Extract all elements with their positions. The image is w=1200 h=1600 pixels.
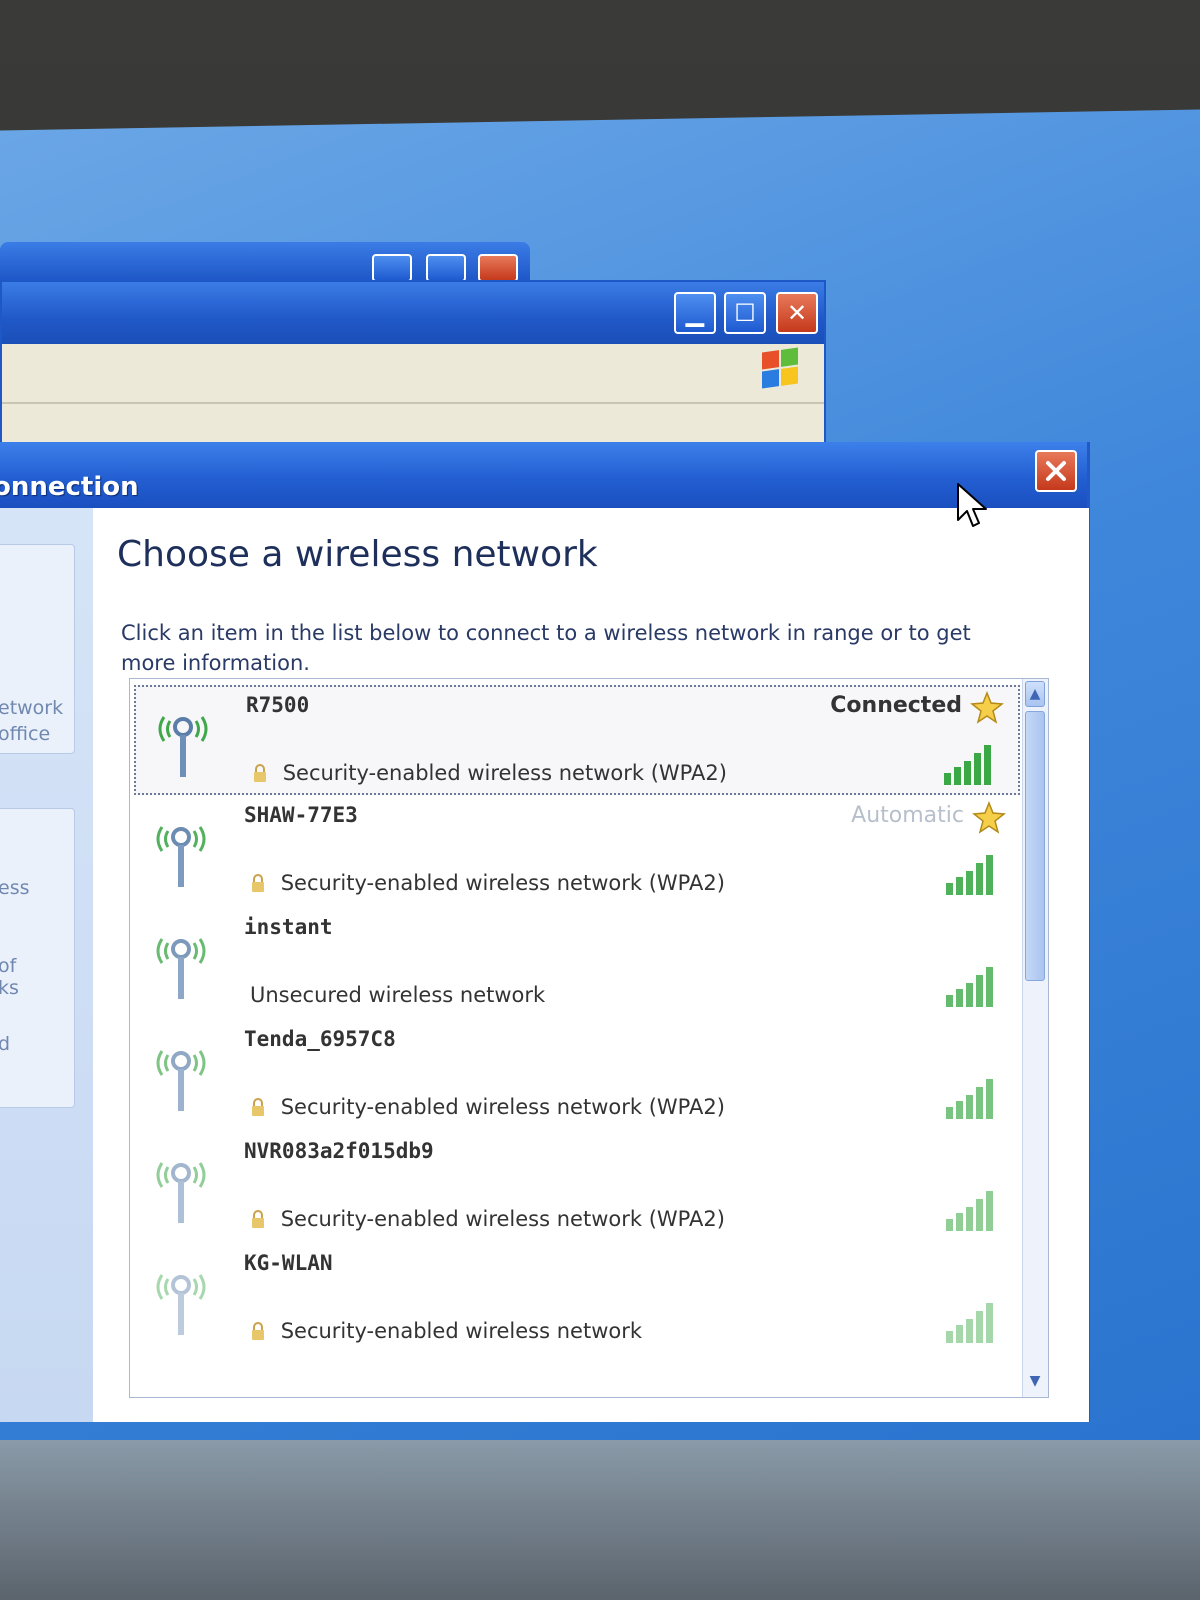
network-status: Connected <box>830 693 962 718</box>
maximize-icon[interactable]: ☐ <box>724 292 766 334</box>
network-content-pane: Choose a wireless network Click an item … <box>93 508 1089 1422</box>
signal-strength-icon <box>946 967 993 1007</box>
tasks-pane: etwork office ess of ks d <box>0 508 93 1422</box>
signal-strength-icon <box>946 1303 993 1343</box>
mouse-cursor-icon <box>957 483 987 527</box>
network-security: Security-enabled wireless network (WPA2) <box>250 871 725 895</box>
maximize-icon[interactable] <box>426 254 466 282</box>
network-list[interactable]: R7500 Security-enabled wireless network … <box>129 678 1049 1398</box>
network-item[interactable]: R7500 Security-enabled wireless network … <box>134 685 1020 795</box>
preferred-star-icon <box>972 801 1006 834</box>
monitor-bezel <box>0 1440 1200 1600</box>
instructions-text: Click an item in the list below to conne… <box>121 621 971 675</box>
list-scrollbar[interactable]: ▲ ▼ <box>1022 679 1048 1397</box>
preferred-star-icon <box>970 691 1004 724</box>
lock-icon <box>252 1322 264 1340</box>
close-icon <box>1046 461 1066 481</box>
wireless-antenna-icon <box>156 1274 206 1335</box>
wireless-antenna-icon <box>156 826 206 887</box>
network-security: Security-enabled wireless network (WPA2) <box>250 1207 725 1231</box>
tasks-box: etwork office <box>0 544 75 754</box>
background-window-titlebar <box>0 242 530 282</box>
signal-strength-icon <box>946 1079 993 1119</box>
network-security-label: Security-enabled wireless network (WPA2) <box>282 761 727 785</box>
background-window-titlebar: ▁ ☐ ✕ <box>2 282 824 344</box>
close-icon[interactable] <box>478 254 518 282</box>
signal-strength-icon <box>946 1191 993 1231</box>
wireless-antenna-icon <box>158 716 208 777</box>
network-item[interactable]: NVR083a2f015db9 Security-enabled wireles… <box>134 1133 1020 1243</box>
network-item[interactable]: KG-WLAN Security-enabled wireless networ… <box>134 1245 1020 1355</box>
minimize-icon[interactable] <box>372 254 412 282</box>
network-name: NVR083a2f015db9 <box>244 1139 434 1163</box>
wireless-network-dialog: onnection etwork office ess of ks d Choo… <box>0 442 1090 1422</box>
signal-strength-icon <box>944 745 991 785</box>
task-text[interactable]: ess <box>0 875 30 901</box>
network-name: instant <box>244 915 333 939</box>
wireless-antenna-icon <box>156 1162 206 1223</box>
network-security-label: Unsecured wireless network <box>250 983 546 1007</box>
related-tasks-box: ess of ks d <box>0 808 75 1108</box>
network-security-label: Security-enabled wireless network (WPA2) <box>280 1095 725 1119</box>
task-text[interactable]: ks <box>0 975 19 1001</box>
windows-logo-icon <box>762 347 798 389</box>
page-title: Choose a wireless network <box>117 534 598 575</box>
network-security: Security-enabled wireless network (WPA2) <box>250 1095 725 1119</box>
network-security: Security-enabled wireless network <box>250 1319 642 1343</box>
network-item[interactable]: Tenda_6957C8 Security-enabled wireless n… <box>134 1021 1020 1131</box>
scroll-up-button[interactable]: ▲ <box>1025 681 1045 707</box>
lock-icon <box>252 874 264 892</box>
network-name: KG-WLAN <box>244 1251 333 1275</box>
network-security-label: Security-enabled wireless network (WPA2) <box>280 1207 725 1231</box>
wireless-antenna-icon <box>156 1050 206 1111</box>
task-text[interactable]: office <box>0 721 50 747</box>
network-name: SHAW-77E3 <box>244 803 358 827</box>
wireless-antenna-icon <box>156 938 206 999</box>
signal-strength-icon <box>946 855 993 895</box>
network-security: Security-enabled wireless network (WPA2) <box>252 761 727 785</box>
network-security-label: Security-enabled wireless network (WPA2) <box>280 871 725 895</box>
lock-icon <box>252 1210 264 1228</box>
background-window: ▁ ☐ ✕ <box>0 280 826 450</box>
divider <box>2 402 824 404</box>
network-item[interactable]: SHAW-77E3 Security-enabled wireless netw… <box>134 797 1020 907</box>
network-security: Unsecured wireless network <box>250 983 545 1007</box>
close-button[interactable] <box>1035 450 1077 492</box>
network-item[interactable]: instant Unsecured wireless network <box>134 909 1020 1019</box>
task-text[interactable]: d <box>0 1031 10 1057</box>
dialog-title: onnection <box>0 472 139 502</box>
dialog-titlebar: onnection <box>0 442 1087 508</box>
scroll-down-button[interactable]: ▼ <box>1025 1369 1045 1395</box>
scroll-thumb[interactable] <box>1025 711 1045 981</box>
network-name: Tenda_6957C8 <box>244 1027 396 1051</box>
lock-icon <box>254 764 266 782</box>
task-text[interactable]: etwork <box>0 695 63 721</box>
minimize-icon[interactable]: ▁ <box>674 292 716 334</box>
network-security-label: Security-enabled wireless network <box>280 1319 643 1343</box>
network-name: R7500 <box>246 693 310 717</box>
network-status: Automatic <box>851 803 964 828</box>
close-icon[interactable]: ✕ <box>776 292 818 334</box>
lock-icon <box>252 1098 264 1116</box>
